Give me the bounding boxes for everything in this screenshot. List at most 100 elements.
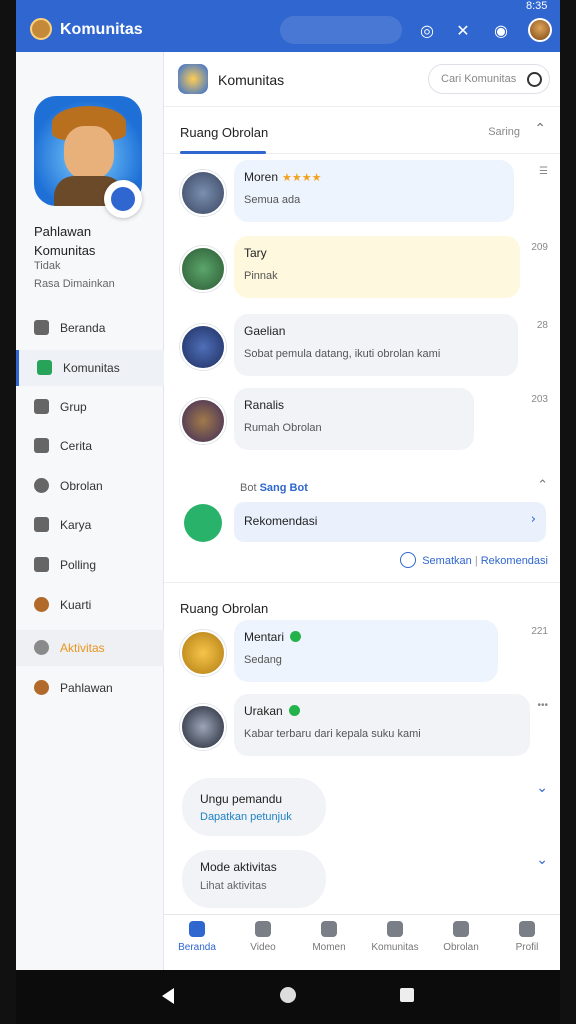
chat-time: 203	[531, 394, 548, 405]
search-icon	[527, 72, 542, 87]
sidebar-item-label: Karya	[60, 518, 92, 532]
chat-avatar	[180, 246, 226, 292]
tab-label: Obrolan	[443, 942, 479, 953]
folder-icon	[34, 517, 49, 532]
sidebar-item-beranda[interactable]: Beranda	[16, 310, 164, 346]
section-header-ruang-obrolan: Ruang Obrolan Saring ⌃	[164, 106, 560, 154]
notification-icon[interactable]: ◉	[490, 20, 512, 42]
main-panel: Komunitas Cari Komunitas Ruang Obrolan S…	[164, 52, 560, 970]
info-icon	[400, 552, 417, 568]
guide-subtitle: Dapatkan petunjuk	[200, 811, 292, 823]
sidebar-item-pahlawan[interactable]: Pahlawan	[16, 670, 164, 706]
app-screen: Komunitas ◎ ✕ ◉ 8:35 Pahlawan Komunitas …	[16, 0, 560, 1024]
sidebar-item-komunitas[interactable]: Komunitas	[16, 350, 164, 386]
chat-item[interactable]: Mentari Sedang 221	[164, 620, 560, 690]
chat-item[interactable]: Tary Pinnak 209	[164, 236, 560, 306]
share-icon[interactable]: ✕	[452, 20, 474, 42]
bot-links: Sematkan | Rekomendasi	[400, 552, 548, 568]
discover-icon[interactable]: ◎	[416, 20, 438, 42]
sidebar-item-grup[interactable]: Grup	[16, 389, 164, 425]
community-icon	[387, 921, 403, 937]
recommend-link[interactable]: Rekomendasi	[481, 555, 548, 567]
poll-icon	[34, 557, 49, 572]
search-placeholder: Cari Komunitas	[441, 73, 517, 85]
home-button-icon[interactable]	[280, 987, 296, 1003]
tab-obrolan[interactable]: Obrolan	[428, 915, 494, 965]
filter-link[interactable]: Saring	[488, 126, 520, 138]
bottom-tab-bar: Beranda Video Momen Komunitas Obrolan Pr…	[164, 914, 560, 964]
chat-bubble	[234, 236, 520, 298]
tab-beranda[interactable]: Beranda	[164, 915, 230, 965]
chat-item[interactable]: Gaelian Sobat pemula datang, ikuti obrol…	[164, 314, 560, 384]
chat-message: Sedang	[244, 654, 282, 666]
chevron-up-icon[interactable]: ⌃	[537, 478, 548, 493]
app-title: Komunitas	[60, 21, 143, 38]
sidebar-item-karya[interactable]: Karya	[16, 507, 164, 543]
activity-mode-card[interactable]: Mode aktivitas Lihat aktivitas	[182, 850, 326, 908]
profile-subtitle-2: Rasa Dimainkan	[34, 278, 115, 290]
chat-name: Urakan	[244, 704, 300, 718]
chat-item[interactable]: Urakan Kabar terbaru dari kepala suku ka…	[164, 694, 560, 764]
app-bar: Komunitas ◎ ✕ ◉ 8:35	[16, 0, 560, 52]
activity-mode-subtitle: Lihat aktivitas	[200, 880, 267, 892]
user-avatar[interactable]	[528, 18, 552, 42]
sidebar-item-label: Polling	[60, 558, 97, 572]
chat-item[interactable]: Moren ★★★★ Semua ada ☰	[164, 160, 560, 230]
online-indicator	[290, 631, 302, 642]
chat-name: Mentari	[244, 630, 302, 644]
section-title: Ruang Obrolan	[180, 601, 269, 616]
chat-message: Pinnak	[244, 270, 278, 282]
sidebar-item-polling[interactable]: Polling	[16, 547, 164, 583]
guide-card[interactable]: Ungu pemandu Dapatkan petunjuk	[182, 778, 326, 836]
back-icon[interactable]	[162, 988, 174, 1004]
pencil-icon	[34, 438, 49, 453]
chat-name: Gaelian	[244, 324, 286, 338]
sidebar-item-aktivitas[interactable]: Aktivitas	[16, 630, 164, 666]
sidebar-item-label: Kuarti	[60, 598, 92, 612]
chat-name: Ranalis	[244, 398, 285, 412]
featured-bot-row[interactable]: Rekomendasi ›	[234, 502, 546, 542]
chat-item[interactable]: Ranalis Rumah Obrolan 203	[164, 388, 560, 458]
chat-name: Tary	[244, 246, 267, 260]
more-icon[interactable]: •••	[537, 700, 548, 711]
recent-apps-icon[interactable]	[400, 988, 414, 1002]
search-input[interactable]: Cari Komunitas	[428, 64, 550, 94]
sidebar-item-cerita[interactable]: Cerita	[16, 428, 164, 464]
section-title: Ruang Obrolan	[180, 125, 269, 140]
chevron-up-icon[interactable]: ⌃	[534, 121, 546, 137]
chat-icon	[34, 478, 49, 493]
home-icon	[189, 921, 205, 937]
online-indicator	[288, 705, 300, 716]
tab-komunitas[interactable]: Komunitas	[362, 915, 428, 965]
sidebar: Pahlawan Komunitas Tidak Rasa Dimainkan …	[16, 52, 164, 970]
section-underline	[180, 151, 266, 154]
app-bar-search-area[interactable]	[280, 16, 402, 44]
chat-time: 221	[531, 626, 548, 637]
chat-name: Moren ★★★★	[244, 170, 322, 184]
profile-badge-icon[interactable]	[104, 180, 142, 218]
sidebar-item-obrolan[interactable]: Obrolan	[16, 468, 164, 504]
profile-icon	[519, 921, 535, 937]
character-icon	[34, 597, 49, 612]
tab-video[interactable]: Video	[230, 915, 296, 965]
app-logo-icon	[30, 18, 52, 40]
community-avatar[interactable]	[178, 64, 208, 94]
sidebar-item-label: Aktivitas	[60, 641, 105, 655]
activity-mode-title: Mode aktivitas	[200, 860, 277, 874]
menu-icon[interactable]: ☰	[539, 166, 548, 177]
tab-profil[interactable]: Profil	[494, 915, 560, 965]
sidebar-item-kuarti[interactable]: Kuarti	[16, 587, 164, 623]
tab-momen[interactable]: Momen	[296, 915, 362, 965]
activity-icon	[34, 640, 49, 655]
pin-link[interactable]: Sematkan	[422, 555, 472, 567]
chat-avatar	[180, 704, 226, 750]
sidebar-item-label: Cerita	[60, 439, 93, 453]
chat-icon	[453, 921, 469, 937]
guide-title: Ungu pemandu	[200, 792, 283, 806]
chevron-down-icon[interactable]: ⌄	[536, 852, 548, 868]
sidebar-item-label: Grup	[60, 400, 87, 414]
chevron-down-icon[interactable]: ⌄	[536, 780, 548, 796]
main-header-title: Komunitas	[218, 72, 285, 88]
system-navigation-bar	[16, 970, 560, 1024]
moments-icon	[321, 921, 337, 937]
